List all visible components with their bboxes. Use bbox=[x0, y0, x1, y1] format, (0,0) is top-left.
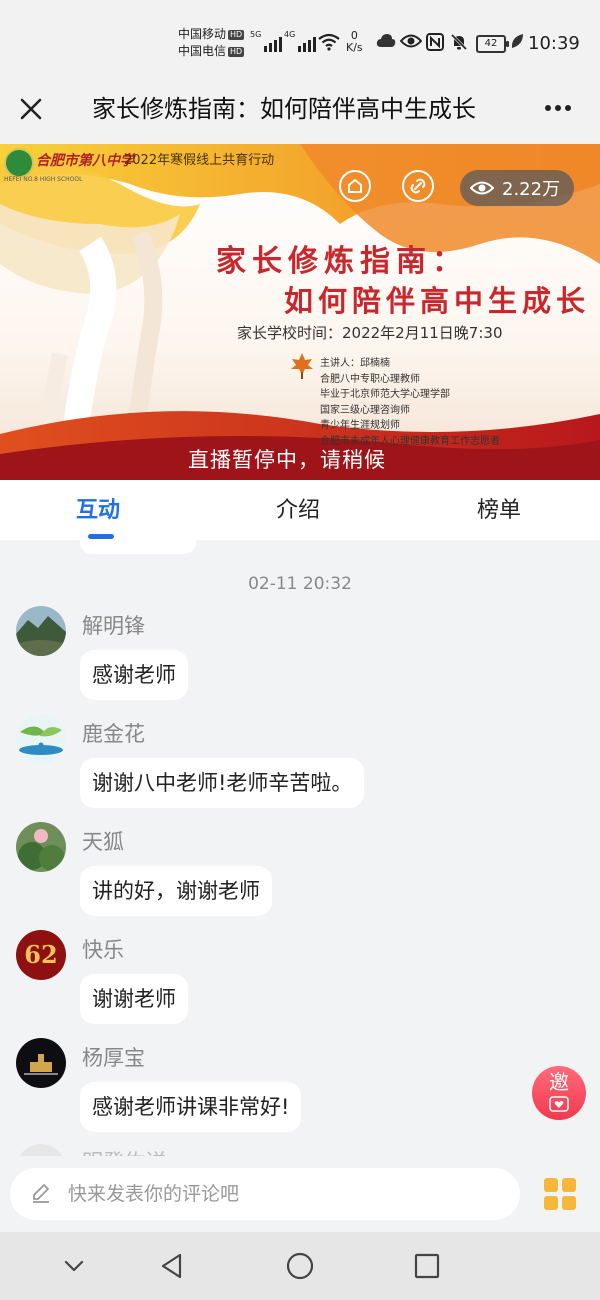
speaker-line: 合肥八中专职心理教师 bbox=[320, 373, 420, 385]
view-count: 2.22万 bbox=[502, 179, 561, 200]
hd-badge: HD bbox=[228, 30, 245, 40]
cloud-icon bbox=[376, 34, 396, 47]
invite-button[interactable]: 邀 bbox=[532, 1066, 586, 1120]
tab-interaction[interactable]: 互动 bbox=[76, 496, 120, 526]
carrier-2: 中国电信 bbox=[178, 44, 227, 58]
chat-message: 鹿金花 谢谢八中老师!老师辛苦啦。 bbox=[0, 714, 600, 820]
live-status: 直播暂停中，请稍候 bbox=[188, 448, 386, 472]
school-name-en: HEFEI NO.8 HIGH SCHOOL bbox=[4, 176, 83, 183]
heart-icon bbox=[549, 1096, 569, 1112]
message-bubble: 感谢老师 bbox=[80, 650, 188, 700]
message-bubble: 感谢老师讲课非常好! bbox=[80, 1082, 302, 1132]
battery-icon: 42 bbox=[476, 35, 509, 53]
home-button[interactable] bbox=[339, 170, 371, 202]
speaker-line: 国家三级心理咨询师 bbox=[320, 404, 410, 416]
home-circle-icon[interactable] bbox=[284, 1250, 316, 1282]
wifi-icon bbox=[318, 33, 340, 51]
active-tab-indicator bbox=[88, 534, 114, 539]
chat-message: 杨厚宝 感谢老师讲课非常好! bbox=[0, 1038, 600, 1144]
share-link-button[interactable] bbox=[402, 170, 434, 202]
recent-apps-icon[interactable] bbox=[411, 1250, 443, 1282]
comment-placeholder: 快来发表你的评论吧 bbox=[68, 1183, 240, 1205]
system-nav-bar bbox=[0, 1232, 600, 1300]
chat-message: 62 快乐 谢谢老师 bbox=[0, 930, 600, 1036]
avatar[interactable] bbox=[16, 1038, 66, 1088]
close-icon[interactable] bbox=[16, 94, 46, 124]
avatar[interactable] bbox=[16, 822, 66, 872]
chat-message: 天狐 讲的好，谢谢老师 bbox=[0, 822, 600, 928]
tab-bar: 互动 介绍 榜单 bbox=[0, 480, 600, 540]
avatar-text: 62 bbox=[24, 940, 57, 969]
speaker-line: 主讲人：邱楠楠 bbox=[320, 358, 390, 369]
more-options-icon[interactable] bbox=[540, 96, 576, 120]
live-video-player[interactable]: 合肥市第八中学 HEFEI NO.8 HIGH SCHOOL 2022年寒假线上… bbox=[0, 144, 600, 480]
hd-badge: HD bbox=[228, 47, 245, 57]
chat-timestamp: 02-11 20:32 bbox=[248, 574, 352, 594]
signal-4g-icon: 4G bbox=[284, 30, 317, 52]
link-icon bbox=[410, 178, 426, 194]
avatar[interactable]: 62 bbox=[16, 930, 66, 980]
list-item bbox=[80, 540, 196, 554]
username: 鹿金花 bbox=[82, 722, 145, 746]
comment-bar: 快来发表你的评论吧 bbox=[0, 1156, 600, 1232]
school-logo bbox=[4, 148, 34, 178]
leaf-status-icon bbox=[511, 34, 523, 48]
pencil-icon bbox=[33, 1184, 49, 1203]
campaign-label: 2022年寒假线上共育行动 bbox=[124, 153, 275, 168]
tab-ranking[interactable]: 榜单 bbox=[477, 496, 521, 526]
username: 天狐 bbox=[82, 830, 124, 854]
signal-5g-icon: 5G bbox=[250, 30, 283, 52]
view-count-badge: 2.22万 bbox=[460, 170, 575, 206]
lecture-title-line-2: 如何陪伴高中生成长 bbox=[284, 284, 591, 318]
title-bar: 家长修炼指南：如何陪伴高中生成长 bbox=[0, 86, 600, 144]
chat-message: 解明锋 感谢老师 bbox=[0, 606, 600, 712]
speaker-line: 青少年生涯规划师 bbox=[320, 420, 400, 431]
carrier-1: 中国移动 bbox=[178, 27, 227, 41]
home-icon bbox=[348, 178, 362, 193]
school-time: 家长学校时间：2022年2月11日晚7:30 bbox=[237, 324, 503, 342]
page-title: 家长修炼指南：如何陪伴高中生成长 bbox=[92, 95, 476, 123]
eye-icon bbox=[470, 181, 494, 195]
comment-input[interactable]: 快来发表你的评论吧 bbox=[10, 1168, 520, 1220]
mute-bell-icon bbox=[450, 33, 468, 51]
tab-intro[interactable]: 介绍 bbox=[276, 496, 320, 526]
status-bar: 中国移动 HD 中国电信 HD 5G 4G 0 K/s 42 10:39 bbox=[0, 0, 600, 86]
avatar[interactable] bbox=[16, 1144, 66, 1156]
speaker-line: 毕业于北京师范大学心理学部 bbox=[320, 389, 450, 400]
chat-list[interactable]: 02-11 20:32 解明锋 感谢老师 鹿金花 谢谢八中老师!老师辛苦啦。 天… bbox=[0, 540, 600, 1156]
invite-label: 邀 bbox=[549, 1070, 569, 1094]
clock: 10:39 bbox=[528, 33, 580, 54]
message-bubble: 谢谢老师 bbox=[80, 974, 188, 1024]
speaker-info: 主讲人：邱楠楠 合肥八中专职心理教师 毕业于北京师范大学心理学部 国家三级心理咨… bbox=[320, 356, 500, 449]
avatar[interactable] bbox=[16, 714, 66, 764]
nfc-icon bbox=[426, 33, 444, 51]
username: 明登佐详 bbox=[82, 1146, 166, 1156]
maple-leaf-icon bbox=[291, 353, 313, 379]
username: 快乐 bbox=[82, 938, 124, 962]
username: 解明锋 bbox=[82, 614, 145, 638]
message-bubble: 讲的好，谢谢老师 bbox=[80, 866, 272, 916]
chevron-down-icon[interactable] bbox=[58, 1250, 90, 1282]
username: 杨厚宝 bbox=[82, 1046, 145, 1070]
school-name: 合肥市第八中学 bbox=[36, 153, 134, 169]
avatar[interactable] bbox=[16, 606, 66, 656]
network-speed: 0 K/s bbox=[346, 29, 363, 54]
eye-icon bbox=[400, 34, 422, 48]
carrier-info: 中国移动 HD 中国电信 HD bbox=[178, 26, 245, 60]
back-triangle-icon[interactable] bbox=[156, 1250, 188, 1282]
more-features-button[interactable] bbox=[544, 1178, 576, 1210]
message-bubble: 谢谢八中老师!老师辛苦啦。 bbox=[80, 758, 365, 808]
lecture-title-line-1: 家长修炼指南： bbox=[216, 244, 468, 279]
